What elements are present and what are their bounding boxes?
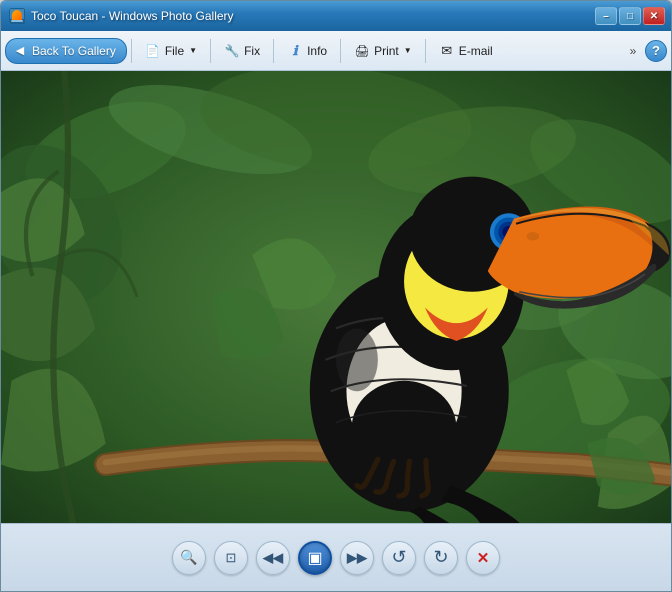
print-dropdown-arrow: ▼ (404, 46, 412, 55)
email-button[interactable]: E-mail (430, 36, 502, 66)
file-dropdown-arrow: ▼ (189, 46, 197, 55)
slideshow-icon: ▣ (307, 548, 322, 568)
title-bar-left: Toco Toucan - Windows Photo Gallery (9, 8, 234, 24)
rotate-ccw-button[interactable]: ↺ (382, 541, 416, 575)
window-title: Toco Toucan - Windows Photo Gallery (31, 9, 234, 23)
minimize-button[interactable]: – (595, 7, 617, 25)
info-button[interactable]: Info (278, 36, 336, 66)
back-to-gallery-button[interactable]: Back To Gallery (5, 38, 127, 64)
zoom-in-icon: 🔍 (180, 549, 197, 566)
file-label: File (165, 44, 184, 58)
zoom-in-button[interactable]: 🔍 (172, 541, 206, 575)
slideshow-button[interactable]: ▣ (298, 541, 332, 575)
back-icon (12, 43, 28, 59)
separator-2 (210, 39, 211, 63)
file-icon (145, 43, 161, 59)
delete-icon: ✕ (477, 549, 490, 567)
overflow-label: » (630, 44, 637, 58)
app-icon (9, 8, 25, 24)
print-menu-button[interactable]: Print ▼ (345, 36, 421, 66)
fit-window-button[interactable]: ⊡ (214, 541, 248, 575)
maximize-button[interactable]: □ (619, 7, 641, 25)
close-button[interactable]: ✕ (643, 7, 665, 25)
file-menu-button[interactable]: File ▼ (136, 36, 206, 66)
title-controls: – □ ✕ (595, 7, 665, 25)
info-label: Info (307, 44, 327, 58)
print-icon (354, 43, 370, 59)
toolbar-overflow: » ? (623, 37, 667, 65)
overflow-button[interactable]: » (623, 37, 643, 65)
rotate-cw-button[interactable]: ↻ (424, 541, 458, 575)
print-label: Print (374, 44, 399, 58)
next-button[interactable]: ▶▶ (340, 541, 374, 575)
fit-icon: ⊡ (226, 550, 237, 566)
separator-5 (425, 39, 426, 63)
next-icon: ▶▶ (347, 550, 367, 566)
previous-icon: ◀◀ (263, 550, 283, 566)
help-button[interactable]: ? (645, 40, 667, 62)
delete-button[interactable]: ✕ (466, 541, 500, 575)
previous-button[interactable]: ◀◀ (256, 541, 290, 575)
bottom-controls-bar: 🔍 ⊡ ◀◀ ▣ ▶▶ ↺ ↻ ✕ (1, 523, 671, 591)
photo-area (1, 71, 671, 523)
separator-3 (273, 39, 274, 63)
email-label: E-mail (459, 44, 493, 58)
fix-label: Fix (244, 44, 260, 58)
title-bar: Toco Toucan - Windows Photo Gallery – □ … (1, 1, 671, 31)
separator-4 (340, 39, 341, 63)
fix-icon (224, 43, 240, 59)
photo-canvas (1, 71, 671, 523)
toolbar: Back To Gallery File ▼ Fix Info Print ▼ (1, 31, 671, 71)
rotate-ccw-icon: ↺ (391, 547, 406, 568)
help-label: ? (652, 43, 660, 58)
main-window: Toco Toucan - Windows Photo Gallery – □ … (0, 0, 672, 592)
back-label: Back To Gallery (32, 44, 116, 58)
separator-1 (131, 39, 132, 63)
rotate-cw-icon: ↻ (433, 547, 448, 568)
email-icon (439, 43, 455, 59)
fix-button[interactable]: Fix (215, 36, 269, 66)
info-icon (287, 43, 303, 59)
